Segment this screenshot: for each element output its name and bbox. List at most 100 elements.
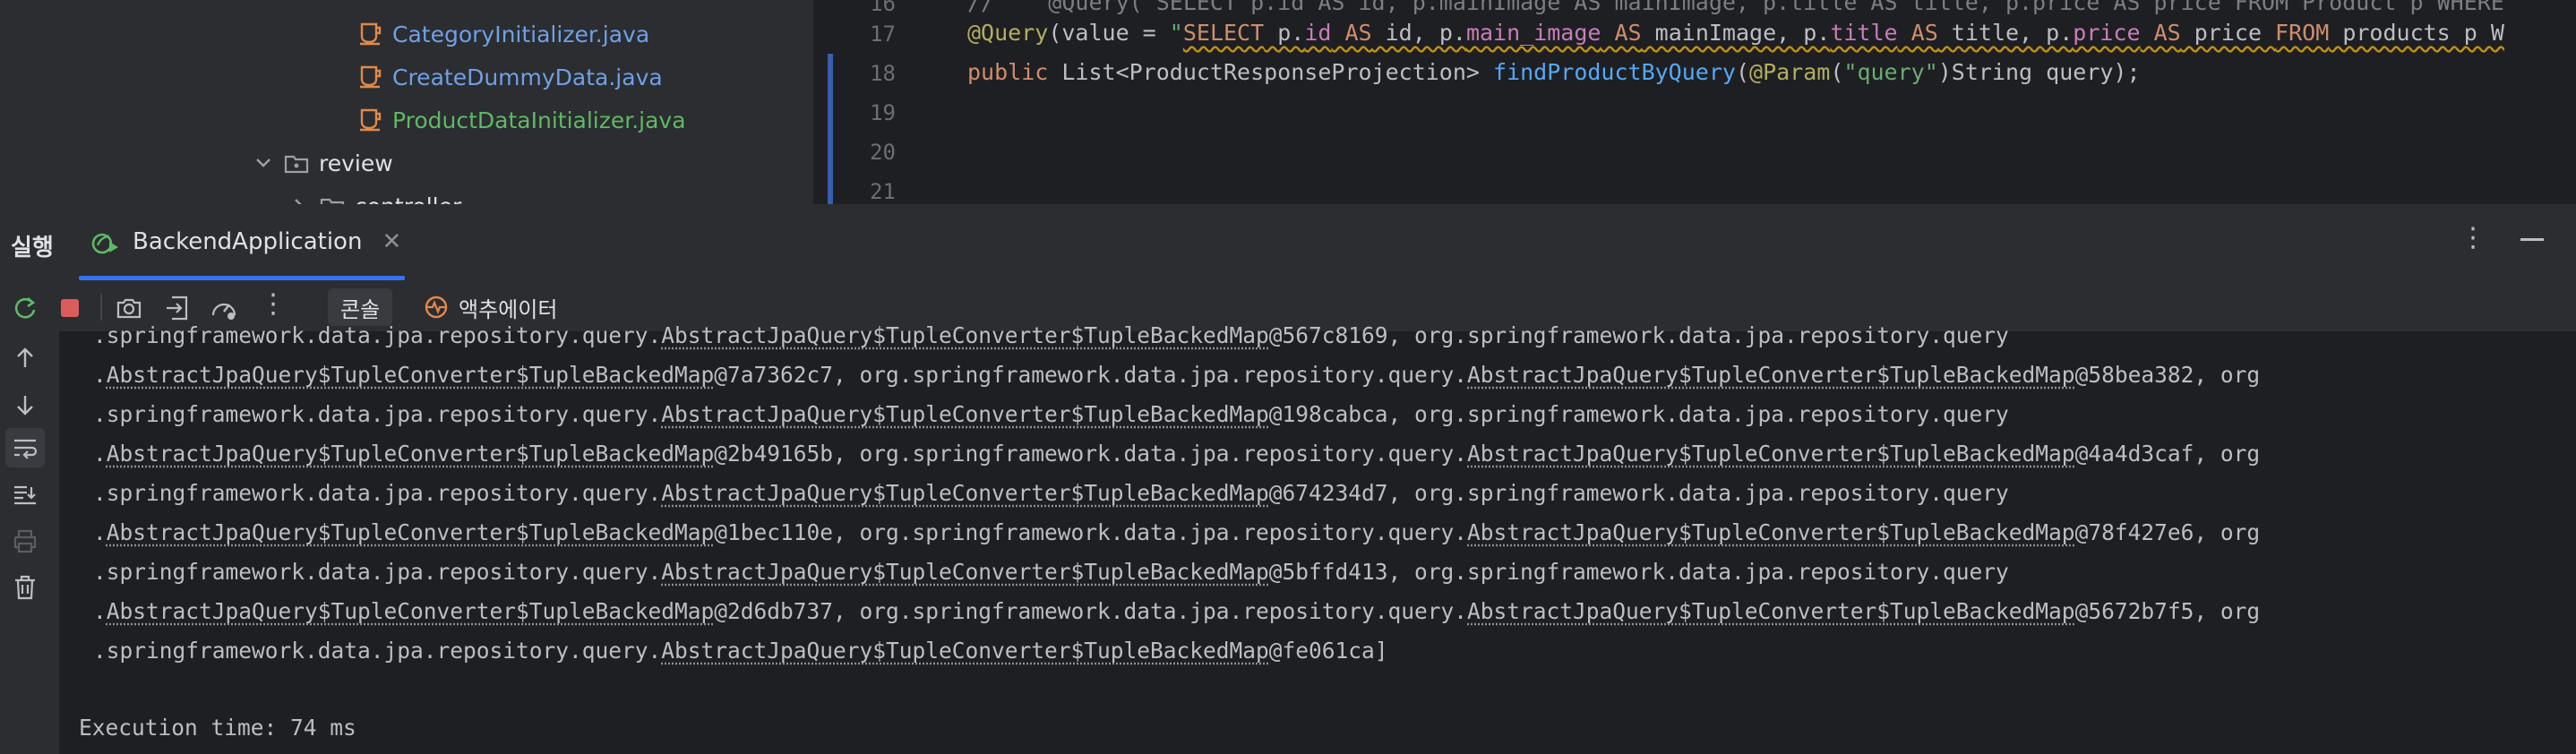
more-vertical-icon[interactable]: ⋮ — [260, 288, 287, 320]
class-reference[interactable]: AbstractJpaQuery$TupleConverter$TupleBac… — [661, 480, 1269, 506]
rerun-icon[interactable] — [11, 294, 39, 322]
tree-item-label: ProductDataInitializer.java — [392, 107, 686, 133]
code-editor[interactable]: 16 17 18 19 20 21 // @Query("SELECT p.id… — [815, 0, 2576, 204]
exit-icon[interactable] — [163, 294, 192, 322]
class-reference[interactable]: AbstractJpaQuery$TupleConverter$TupleBac… — [661, 322, 1269, 348]
tree-item-controller[interactable]: controller — [287, 186, 461, 204]
run-tool-window: 실행 BackendApplication ✕ ⋮ ⋮ 콘솔 액추에이터 .sp… — [0, 204, 2576, 754]
chevron-right-icon — [295, 199, 302, 204]
vcs-change-marker[interactable] — [828, 54, 833, 204]
log-text: @5bffd413, org.springframework.data.jpa.… — [1268, 559, 2009, 585]
arrow-up-icon[interactable] — [11, 344, 39, 373]
run-panel-header: 실행 BackendApplication ✕ ⋮ — [0, 204, 2576, 281]
tree-item-category-initializer[interactable]: CategoryInitializer.java — [356, 14, 649, 54]
log-line: .springframework.data.jpa.repository.que… — [93, 638, 1388, 664]
log-text: . — [93, 441, 107, 467]
code-line-18: public List<ProductResponseProjection> f… — [967, 59, 2141, 85]
log-text: @198cabca, org.springframework.data.jpa.… — [1268, 401, 2009, 427]
class-reference[interactable]: AbstractJpaQuery$TupleConverter$TupleBac… — [661, 559, 1269, 585]
log-text: @567c8169, org.springframework.data.jpa.… — [1268, 322, 2009, 348]
minimize-icon[interactable] — [2520, 238, 2544, 241]
console-output[interactable]: .springframework.data.jpa.repository.que… — [59, 322, 2576, 754]
tree-item-label: CategoryInitializer.java — [392, 21, 650, 47]
line-number: 17 — [870, 21, 896, 47]
log-text: @fe061ca] — [1268, 638, 1388, 664]
log-text: @674234d7, org.springframework.data.jpa.… — [1268, 480, 2009, 506]
run-panel-title: 실행 — [11, 235, 54, 261]
log-text: . — [93, 362, 107, 388]
code-line-16: // @Query("SELECT p.id AS id, p.mainImag… — [967, 0, 2504, 15]
tree-item-label: controller — [355, 193, 461, 205]
tab-console[interactable]: 콘솔 — [328, 288, 393, 326]
top-area: CategoryInitializer.java CreateDummyData… — [0, 0, 2576, 204]
console-side-toolbar — [0, 331, 59, 754]
arrow-down-icon[interactable] — [11, 390, 39, 419]
log-text: .springframework.data.jpa.repository.que… — [93, 559, 662, 585]
log-text: @58bea382, org — [2074, 362, 2261, 388]
log-line: .springframework.data.jpa.repository.que… — [93, 559, 2009, 585]
log-text: @78f427e6, org — [2074, 519, 2261, 545]
run-tab-label: BackendApplication — [133, 228, 363, 255]
tree-item-label: review — [319, 150, 393, 176]
tree-item-create-dummy-data[interactable]: CreateDummyData.java — [356, 57, 663, 97]
log-text: .springframework.data.jpa.repository.que… — [93, 322, 662, 348]
log-text: @2b49165b, org.springframework.data.jpa.… — [714, 441, 1468, 467]
class-reference[interactable]: AbstractJpaQuery$TupleConverter$TupleBac… — [107, 441, 715, 467]
package-icon — [320, 198, 345, 204]
print-icon[interactable] — [11, 527, 39, 555]
scroll-to-end-icon[interactable] — [11, 480, 39, 509]
log-line: .springframework.data.jpa.repository.que… — [93, 480, 2009, 506]
tree-item-review[interactable]: review — [251, 143, 393, 183]
line-number: 16 — [870, 0, 896, 16]
class-reference[interactable]: AbstractJpaQuery$TupleConverter$TupleBac… — [107, 598, 715, 624]
log-text: . — [93, 519, 107, 545]
log-text: @1bec110e, org.springframework.data.jpa.… — [714, 519, 1468, 545]
execution-time-line: Execution time: 74 ms — [79, 715, 356, 741]
active-tab-indicator — [79, 276, 405, 280]
log-text: .springframework.data.jpa.repository.que… — [93, 401, 662, 427]
class-reference[interactable]: AbstractJpaQuery$TupleConverter$TupleBac… — [1467, 519, 2075, 545]
spring-run-icon — [91, 233, 118, 254]
toolbar-separator — [100, 294, 102, 321]
java-class-icon — [360, 108, 382, 132]
log-line: .AbstractJpaQuery$TupleConverter$TupleBa… — [93, 598, 2260, 624]
gauge-icon[interactable] — [210, 294, 238, 322]
stop-icon[interactable] — [56, 294, 84, 322]
class-reference[interactable]: AbstractJpaQuery$TupleConverter$TupleBac… — [661, 401, 1269, 427]
class-reference[interactable]: AbstractJpaQuery$TupleConverter$TupleBac… — [107, 362, 715, 388]
log-text: .springframework.data.jpa.repository.que… — [93, 480, 662, 506]
package-icon — [284, 155, 309, 174]
chevron-down-icon — [256, 159, 270, 167]
class-reference[interactable]: AbstractJpaQuery$TupleConverter$TupleBac… — [1467, 441, 2075, 467]
actuator-icon — [425, 296, 448, 319]
class-reference[interactable]: AbstractJpaQuery$TupleConverter$TupleBac… — [661, 638, 1269, 664]
code-line-17: @Query(value = "SELECT p.id AS id, p.mai… — [967, 20, 2504, 46]
log-text: @5672b7f5, org — [2074, 598, 2261, 624]
project-tool-window: CategoryInitializer.java CreateDummyData… — [0, 0, 813, 204]
log-line: .AbstractJpaQuery$TupleConverter$TupleBa… — [93, 362, 2260, 388]
java-class-icon — [360, 65, 382, 89]
class-reference[interactable]: AbstractJpaQuery$TupleConverter$TupleBac… — [1467, 598, 2075, 624]
log-line: .AbstractJpaQuery$TupleConverter$TupleBa… — [93, 441, 2260, 467]
trash-icon[interactable] — [11, 573, 39, 602]
tree-item-product-data-initializer[interactable]: ProductDataInitializer.java — [356, 100, 686, 140]
log-text: .springframework.data.jpa.repository.que… — [93, 638, 662, 664]
tree-item-label: CreateDummyData.java — [392, 64, 663, 90]
log-text: . — [93, 598, 107, 624]
log-text: @4a4d3caf, org — [2074, 441, 2261, 467]
more-vertical-icon[interactable]: ⋮ — [2460, 222, 2486, 253]
soft-wrap-icon[interactable] — [11, 433, 39, 462]
log-text: @7a7362c7, org.springframework.data.jpa.… — [714, 362, 1468, 388]
tab-actuator[interactable]: 액추에이터 — [423, 288, 557, 326]
tab-actuator-label: 액추에이터 — [459, 296, 558, 322]
java-class-icon — [360, 22, 382, 46]
class-reference[interactable]: AbstractJpaQuery$TupleConverter$TupleBac… — [107, 519, 715, 545]
run-tab-backend-application[interactable]: BackendApplication ✕ — [90, 215, 401, 269]
log-line: .AbstractJpaQuery$TupleConverter$TupleBa… — [93, 519, 2260, 545]
camera-icon[interactable] — [115, 294, 143, 322]
log-text: @2d6db737, org.springframework.data.jpa.… — [714, 598, 1468, 624]
close-icon[interactable]: ✕ — [382, 228, 401, 255]
log-line: .springframework.data.jpa.repository.que… — [93, 401, 2009, 427]
log-line: .springframework.data.jpa.repository.que… — [93, 322, 2009, 348]
class-reference[interactable]: AbstractJpaQuery$TupleConverter$TupleBac… — [1467, 362, 2075, 388]
